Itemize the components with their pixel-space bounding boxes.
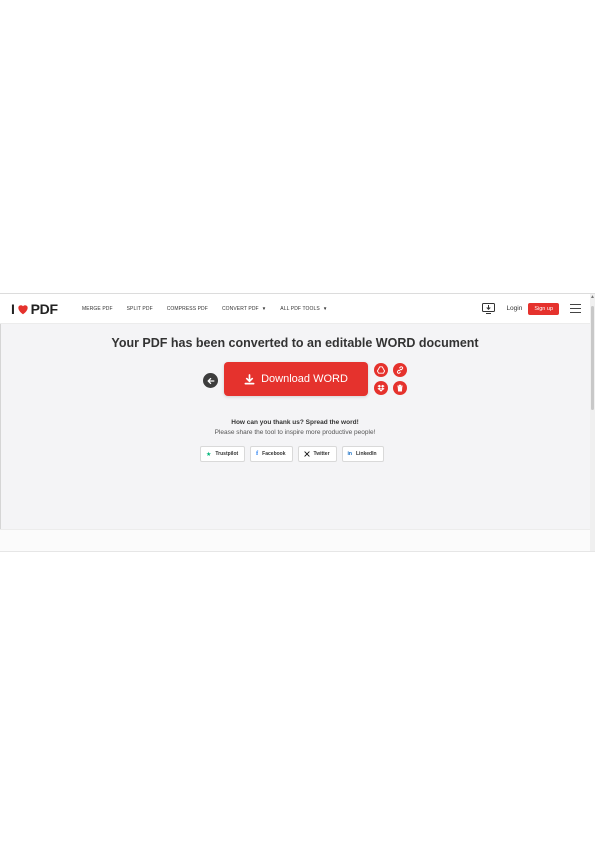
dropbox-icon[interactable] [374,381,388,395]
nav-convert-pdf[interactable]: CONVERT PDF ▼ [222,306,266,312]
footer-area [0,529,590,551]
caret-down-icon: ▼ [322,306,328,311]
trash-icon[interactable] [393,381,407,395]
twitter-label: Twitter [313,451,330,457]
nav-compress-pdf[interactable]: COMPRESS PDF [167,306,208,312]
nav-merge-pdf[interactable]: MERGE PDF [82,306,113,312]
signup-button[interactable]: Sign up [528,302,559,315]
top-navbar: I PDF MERGE PDF SPLIT PDF COMPRESS PDF C… [0,294,590,324]
page-title: Your PDF has been converted to an editab… [111,336,479,350]
trustpilot-button[interactable]: ★ Trustpilot [200,446,246,462]
linkedin-button[interactable]: in LinkedIn [341,446,384,462]
linkedin-icon: in [347,451,352,457]
login-link[interactable]: Login [506,305,522,312]
nav-merge-pdf-label: MERGE PDF [82,305,113,312]
heart-icon [17,305,28,315]
download-word-button[interactable]: Download WORD [224,362,368,396]
link-icon[interactable] [393,363,407,377]
share-text: Please share the tool to inspire more pr… [214,429,376,436]
ilovepdf-logo[interactable]: I PDF [11,301,58,317]
trustpilot-label: Trustpilot [215,451,239,457]
nav-compress-pdf-label: COMPRESS PDF [166,305,208,312]
desktop-download-icon[interactable] [482,303,496,314]
scrollbar[interactable]: ▲ [590,294,595,551]
arrow-left-icon[interactable] [203,373,218,388]
nav-all-pdf-tools[interactable]: ALL PDF TOOLS ▼ [280,306,327,312]
facebook-label: Facebook [262,451,286,457]
linkedin-label: LinkedIn [356,451,377,457]
twitter-button[interactable]: Twitter [297,446,337,462]
download-icon [244,373,255,384]
logo-text-i: I [11,301,15,317]
caret-down-icon: ▼ [261,306,267,311]
star-icon: ★ [206,451,212,458]
social-buttons: ★ Trustpilot f Facebook Twitter in Linke… [200,446,389,462]
thanks-heading: How can you thank us? Spread the word! [231,419,359,426]
nav-split-pdf[interactable]: SPLIT PDF [127,306,153,312]
x-icon [303,451,310,457]
nav-all-pdf-tools-label: ALL PDF TOOLS [280,305,320,312]
nav-convert-pdf-label: CONVERT PDF [221,305,259,312]
logo-text-pdf: PDF [30,301,58,317]
scrollbar-thumb[interactable] [591,306,594,410]
google-drive-icon[interactable] [374,363,388,377]
scroll-up-icon[interactable]: ▲ [590,294,595,300]
browser-screenshot: I PDF MERGE PDF SPLIT PDF COMPRESS PDF C… [0,293,595,552]
facebook-button[interactable]: f Facebook [250,446,293,462]
nav-links: MERGE PDF SPLIT PDF COMPRESS PDF CONVERT… [82,294,341,323]
facebook-icon: f [256,451,259,457]
hamburger-icon[interactable] [570,304,581,313]
nav-right: Login Sign up [482,294,581,323]
download-label: Download WORD [261,373,348,385]
nav-split-pdf-label: SPLIT PDF [126,305,153,312]
